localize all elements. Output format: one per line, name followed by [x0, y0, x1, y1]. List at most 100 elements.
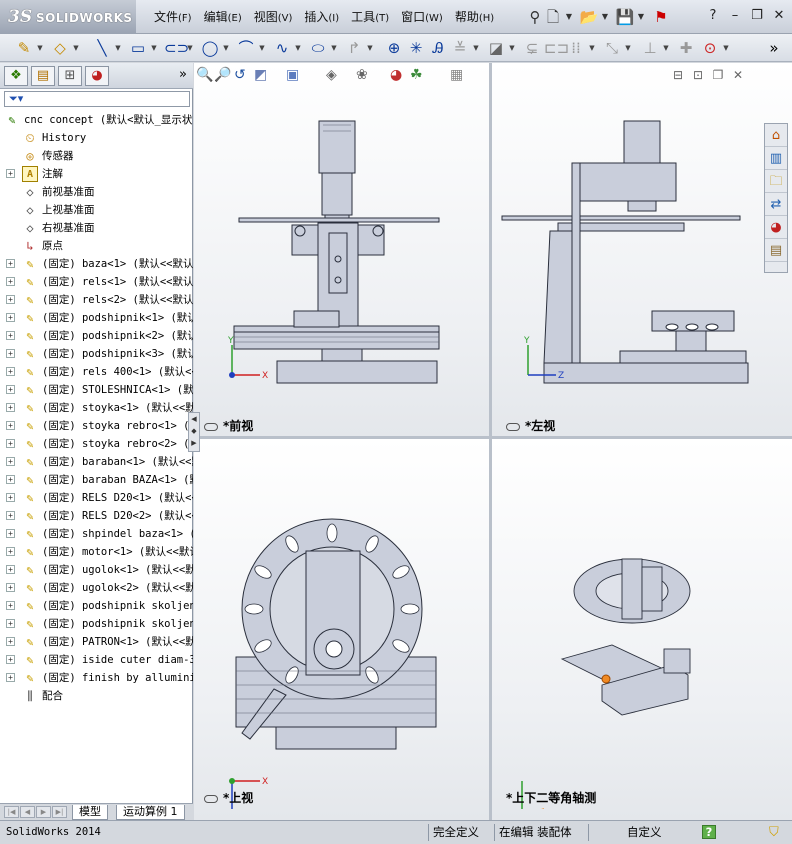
expand-toggle[interactable]: + [6, 295, 15, 304]
solidworks-logo[interactable]: 3S SOLIDWORKS [0, 0, 136, 34]
zoom-to-area-icon[interactable]: 🔎 [214, 66, 231, 84]
mirror-entities-icon[interactable]: ⊏⊐ [544, 37, 569, 59]
repair-sketch-icon[interactable]: ✚ [676, 37, 696, 59]
tree-item[interactable]: + ✎ (固定) podshipnik<1> (默认<<默认>_显示状态 1>) [0, 309, 193, 327]
expand-toggle[interactable]: + [6, 619, 15, 628]
viewport-close-icon[interactable]: ✕ [730, 67, 746, 83]
tree-item[interactable]: + ✎ (固定) baza<1> (默认<<默认>_显示状态 1>) [0, 255, 193, 273]
more-tools-icon[interactable]: » [764, 37, 784, 59]
expand-toggle[interactable]: + [6, 673, 15, 682]
tree-item[interactable]: + ✎ (固定) motor<1> (默认<<默认>_显示状态 1>) [0, 543, 193, 561]
open-folder-icon[interactable]: 📂 [578, 6, 600, 28]
tree-item[interactable]: + ✎ (固定) podshipnik skoljenija<1> [0, 597, 193, 615]
viewport-dimetric[interactable]: *上下二等角轴测 [492, 439, 792, 820]
chevron-down-icon[interactable]: ▼ [600, 6, 610, 28]
new-document-icon[interactable]: 🗋 [542, 6, 564, 28]
expand-toggle[interactable]: + [6, 421, 15, 430]
chevron-down-icon[interactable]: ▼ [662, 37, 670, 59]
expand-toggle[interactable]: + [6, 439, 15, 448]
expand-toggle[interactable]: + [6, 277, 15, 286]
chevron-down-icon[interactable]: ▼ [258, 37, 266, 59]
expand-toggle[interactable]: + [6, 547, 15, 556]
tree-item[interactable]: ◇ 前视基准面 [0, 183, 193, 201]
tree-item[interactable]: + ✎ (固定) stoyka rebro<2> (默认<<默认>_显示状态 1>) [0, 435, 193, 453]
ellipse-tool-icon[interactable]: ⬭ [308, 37, 328, 59]
menu-item-6[interactable]: 帮助(H) [449, 9, 500, 27]
display-style-icon[interactable]: ◈ [326, 66, 337, 84]
tree-item[interactable]: + ✎ (固定) RELS D20<2> (默认<<默认>_显示状态 1>) [0, 507, 193, 525]
point-tool-icon[interactable]: ✳ [406, 37, 426, 59]
offset-entities-icon[interactable]: ⊊ [522, 37, 542, 59]
trim-tool-icon[interactable]: ≚ [450, 37, 470, 59]
tab-model[interactable]: 模型 [72, 805, 108, 820]
viewport-top[interactable]: X *上视 [194, 439, 489, 820]
tree-filter[interactable]: ⏷▾ [4, 91, 190, 107]
help-icon[interactable]: ? [702, 6, 724, 26]
help-button[interactable]: ? [702, 825, 716, 839]
tree-item[interactable]: + ✎ (固定) podshipnik<2> (默认<<默认>_显示状态 1>) [0, 327, 193, 345]
tree-item[interactable]: ◇ 上视基准面 [0, 201, 193, 219]
configuration-manager-tab-icon[interactable]: ⊞ [58, 66, 82, 86]
file-explorer-icon[interactable]: 🗀 [765, 171, 787, 193]
tree-item[interactable]: ◎ 传感器 [0, 147, 193, 165]
quick-snaps-icon[interactable]: ⊙ [700, 37, 720, 59]
convert-entities-icon[interactable]: ◪ [486, 37, 506, 59]
viewport-front[interactable]: Y X 🔍 🔎 ↺ ◩ ▣ ◈ ❀ ◕ ☘ ▦ *前视 [194, 63, 489, 436]
tree-item[interactable]: + A 注解 [0, 165, 193, 183]
expand-toggle[interactable]: + [6, 511, 15, 520]
zoom-to-fit-icon[interactable]: 🔍 [196, 66, 213, 84]
expand-toggle[interactable]: + [6, 529, 15, 538]
vertical-split-bar[interactable] [489, 63, 492, 820]
tree-item[interactable]: + ✎ (固定) rels 400<1> (默认<<默认>_显示状态 1>) [0, 363, 193, 381]
menu-item-0[interactable]: 文件(F) [148, 9, 198, 27]
tree-item[interactable]: + ✎ (固定) stoyka rebro<1> (默认<<默认>_显示状态 1>) [0, 417, 193, 435]
tag-icon[interactable]: ⛉ [766, 824, 782, 841]
tree-item[interactable]: + ✎ (固定) PATRON<1> (默认<<默认>_显示状态 1>) [0, 633, 193, 651]
expand-toggle[interactable]: + [6, 655, 15, 664]
funnel-icon[interactable]: ⏷▾ [9, 92, 23, 106]
expand-toggle[interactable]: + [6, 313, 15, 322]
menu-item-1[interactable]: 编辑(E) [198, 9, 248, 27]
hide-show-items-icon[interactable]: ❀ [356, 66, 368, 84]
section-view-icon[interactable]: ◩ [254, 66, 267, 84]
viewport-restore-icon[interactable]: ❐ [710, 67, 726, 83]
expand-toggle[interactable]: + [6, 385, 15, 394]
fillet-tool-icon[interactable]: ↱ [344, 37, 364, 59]
smart-dimension-icon[interactable]: ◇ [50, 37, 70, 59]
tree-item[interactable]: + ✎ (固定) podshipnik<3> (默认<<默认>_显示状态 1>) [0, 345, 193, 363]
chevron-down-icon[interactable]: ▼ [624, 37, 632, 59]
appearances-icon[interactable]: ◕ [765, 217, 787, 239]
expand-toggle[interactable]: + [6, 565, 15, 574]
minimize-icon[interactable]: – [724, 6, 746, 26]
tree-item[interactable]: ⏲ History [0, 129, 193, 147]
chevron-down-icon[interactable]: ▼ [36, 37, 44, 59]
expand-toggle[interactable]: + [6, 331, 15, 340]
tree-item[interactable]: + ✎ (固定) baraban<1> (默认<<默认>_显示状态 1>) [0, 453, 193, 471]
property-manager-tab-icon[interactable]: ▤ [31, 66, 55, 86]
viewport-minimize-icon[interactable]: ⊡ [690, 67, 706, 83]
tree-item[interactable]: + ✎ (固定) shpindel baza<1> (默认<<默认>_显示状态 1>… [0, 525, 193, 543]
previous-view-icon[interactable]: ↺ [234, 66, 246, 84]
link-views-icon[interactable] [506, 422, 520, 431]
tree-item[interactable]: ◇ 右视基准面 [0, 219, 193, 237]
viewport-link-icon[interactable]: ⊟ [670, 67, 686, 83]
menu-item-3[interactable]: 插入(I) [298, 9, 345, 27]
chevron-down-icon[interactable]: ▼ [472, 37, 480, 59]
display-manager-tab-icon[interactable]: ◕ [85, 66, 109, 86]
restore-icon[interactable]: ❐ [746, 6, 768, 26]
custom-properties-icon[interactable]: ▤ [765, 240, 787, 262]
tree-item[interactable]: + ✎ (固定) ugolok<1> (默认<<默认>_显示状态 1>) [0, 561, 193, 579]
circle-tool-icon[interactable]: ◯ [200, 37, 220, 59]
expand-toggle[interactable]: + [6, 169, 15, 178]
expand-toggle[interactable]: + [6, 637, 15, 646]
expand-toggle[interactable]: + [6, 367, 15, 376]
expand-toggle[interactable]: + [6, 403, 15, 412]
tree-root-assembly[interactable]: ✎ cnc concept (默认<默认_显示状态-1>) [0, 111, 193, 129]
plane-tool-icon[interactable]: ⊕ [384, 37, 404, 59]
expand-toggle[interactable]: + [6, 259, 15, 268]
tree-item[interactable]: ↳ 原点 [0, 237, 193, 255]
chevron-down-icon[interactable]: ▼ [508, 37, 516, 59]
tree-item[interactable]: + ✎ (固定) finish by alluminium<1> [0, 669, 193, 687]
chevron-down-icon[interactable]: ▼ [564, 6, 574, 28]
tree-item[interactable]: + ✎ (固定) ugolok<2> (默认<<默认>_显示状态 1>) [0, 579, 193, 597]
